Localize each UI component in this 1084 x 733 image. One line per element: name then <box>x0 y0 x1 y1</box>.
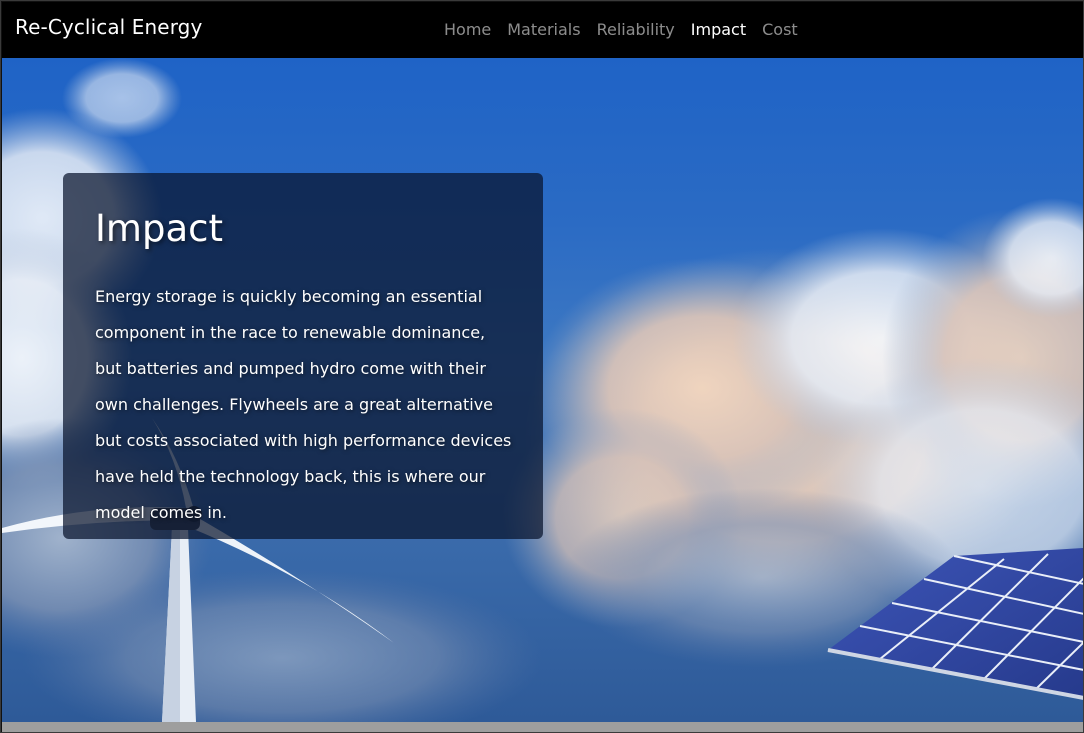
nav-link-home[interactable]: Home <box>436 20 499 39</box>
nav-links: Home Materials Reliability Impact Cost <box>436 2 806 58</box>
brand-link[interactable]: Re-Cyclical Energy <box>15 15 202 39</box>
footer-strip <box>2 722 1083 732</box>
navbar: Re-Cyclical Energy Home Materials Reliab… <box>2 2 1083 58</box>
nav-link-cost[interactable]: Cost <box>754 20 806 39</box>
nav-link-impact[interactable]: Impact <box>683 20 754 39</box>
nav-link-reliability[interactable]: Reliability <box>589 20 683 39</box>
hero-section: Impact Energy storage is quickly becomin… <box>2 58 1083 722</box>
nav-link-materials[interactable]: Materials <box>499 20 588 39</box>
page-title: Impact <box>95 207 223 250</box>
impact-description: Energy storage is quickly becoming an es… <box>95 287 512 522</box>
browser-viewport: Re-Cyclical Energy Home Materials Reliab… <box>0 0 1084 733</box>
impact-content-card: Impact Energy storage is quickly becomin… <box>63 173 543 539</box>
